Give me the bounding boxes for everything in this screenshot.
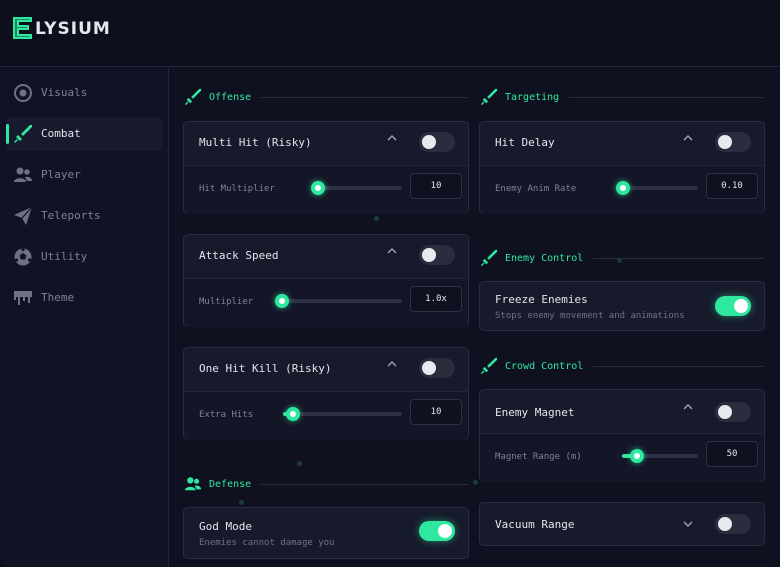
magnet-range-slider[interactable] [622, 449, 698, 463]
brand-name: LYSIUM [35, 18, 111, 39]
sidebar-item-label: Combat [41, 127, 81, 140]
card-freeze-enemies: Freeze Enemies Stops enemy movement and … [479, 281, 765, 331]
users-icon [184, 477, 202, 491]
chevron-down-icon[interactable] [682, 518, 694, 530]
sidebar-item-teleports[interactable]: Teleports [6, 199, 163, 233]
section-title: Offense [209, 91, 252, 103]
section-offense: Offense [184, 87, 468, 107]
sidebar: Visuals Combat Player Teleports Utility … [0, 68, 169, 567]
sidebar-item-label: Utility [41, 250, 88, 263]
enemy-anim-rate-input[interactable]: 0.10 [706, 173, 758, 199]
multi-hit-toggle[interactable] [419, 132, 455, 152]
card-one-hit-kill: One Hit Kill (Risky) Extra Hits 10 [183, 347, 469, 440]
row-label: Enemy Anim Rate [495, 184, 577, 194]
card-title: Vacuum Range [495, 518, 575, 531]
card-title: One Hit Kill (Risky) [199, 362, 332, 375]
slider-thumb[interactable] [311, 181, 325, 195]
hit-delay-toggle[interactable] [715, 132, 751, 152]
section-title: Defense [209, 478, 252, 490]
slider-thumb[interactable] [616, 181, 630, 195]
attack-speed-toggle[interactable] [419, 245, 455, 265]
card-enemy-magnet: Enemy Magnet Magnet Range (m) 50 [479, 389, 765, 482]
card-god-mode: God Mode Enemies cannot damage you [183, 507, 469, 559]
extra-hits-slider[interactable] [283, 407, 402, 421]
sword-icon [480, 249, 498, 267]
sidebar-item-label: Player [41, 168, 81, 181]
app-window: LYSIUM Visuals Combat Player Teleports U… [0, 0, 780, 567]
section-title: Targeting [505, 91, 560, 103]
sword-icon [480, 88, 498, 106]
sidebar-item-theme[interactable]: Theme [6, 281, 163, 315]
card-title: Hit Delay [495, 136, 555, 149]
sidebar-item-combat[interactable]: Combat [6, 117, 163, 151]
divider [593, 257, 764, 259]
card-multi-hit: Multi Hit (Risky) Hit Multiplier 10 [183, 121, 469, 214]
row-label: Hit Multiplier [199, 184, 275, 194]
god-mode-toggle[interactable] [419, 521, 455, 541]
sword-icon [184, 88, 202, 106]
attack-speed-slider[interactable] [275, 294, 402, 308]
hit-multiplier-input[interactable]: 10 [410, 173, 462, 199]
sword-icon [14, 125, 32, 143]
section-title: Crowd Control [505, 360, 584, 372]
card-subtitle: Enemies cannot damage you [199, 538, 335, 548]
soccer-ball-icon [14, 247, 32, 266]
chevron-up-icon[interactable] [386, 132, 398, 144]
card-vacuum-range: Vacuum Range [479, 502, 765, 546]
section-crowd-control: Crowd Control [480, 356, 764, 376]
chevron-up-icon[interactable] [386, 358, 398, 370]
sidebar-item-visuals[interactable]: Visuals [6, 76, 163, 110]
eye-icon [14, 84, 32, 102]
freeze-enemies-toggle[interactable] [715, 296, 751, 316]
attack-speed-input[interactable]: 1.0x [410, 286, 462, 312]
card-title: Enemy Magnet [495, 406, 575, 419]
chevron-up-icon[interactable] [682, 401, 694, 413]
chevron-up-icon[interactable] [682, 132, 694, 144]
divider [569, 96, 764, 98]
logo-mark-icon [13, 17, 32, 39]
card-hit-delay: Hit Delay Enemy Anim Rate 0.10 [479, 121, 765, 214]
paint-drip-icon [14, 291, 32, 305]
card-title: Freeze Enemies [495, 293, 588, 306]
card-subtitle: Stops enemy movement and animations [495, 311, 685, 321]
divider [261, 483, 468, 485]
section-targeting: Targeting [480, 87, 764, 107]
vacuum-range-toggle[interactable] [715, 514, 751, 534]
divider [593, 365, 764, 367]
slider-thumb[interactable] [275, 294, 289, 308]
sidebar-item-label: Theme [41, 291, 75, 304]
card-attack-speed: Attack Speed Multiplier 1.0x [183, 234, 469, 327]
active-indicator [6, 124, 9, 144]
sidebar-item-player[interactable]: Player [6, 158, 163, 192]
section-enemy-control: Enemy Control [480, 248, 764, 268]
one-hit-kill-toggle[interactable] [419, 358, 455, 378]
card-title: Multi Hit (Risky) [199, 136, 312, 149]
chevron-up-icon[interactable] [386, 245, 398, 257]
hit-multiplier-slider[interactable] [311, 181, 402, 195]
sword-icon [480, 357, 498, 375]
sidebar-item-label: Teleports [41, 209, 101, 222]
row-label: Extra Hits [199, 410, 254, 420]
main-panel: Offense Multi Hit (Risky) Hit Multiplier… [170, 68, 780, 567]
row-label: Magnet Range (m) [495, 452, 582, 462]
card-title: Attack Speed [199, 249, 279, 262]
slider-thumb[interactable] [630, 449, 645, 463]
divider [261, 96, 468, 98]
extra-hits-input[interactable]: 10 [410, 399, 462, 425]
users-icon [14, 167, 32, 182]
sidebar-item-utility[interactable]: Utility [6, 240, 163, 274]
paper-plane-icon [14, 206, 33, 225]
section-title: Enemy Control [505, 252, 584, 264]
magnet-range-input[interactable]: 50 [706, 441, 758, 467]
logo: LYSIUM [12, 16, 111, 40]
header: LYSIUM [0, 0, 780, 67]
slider-thumb[interactable] [285, 407, 300, 421]
sidebar-item-label: Visuals [41, 86, 88, 99]
enemy-magnet-toggle[interactable] [715, 402, 751, 422]
enemy-anim-rate-slider[interactable] [616, 181, 698, 195]
row-label: Multiplier [199, 297, 254, 307]
card-title: God Mode [199, 520, 252, 533]
section-defense: Defense [184, 474, 468, 494]
